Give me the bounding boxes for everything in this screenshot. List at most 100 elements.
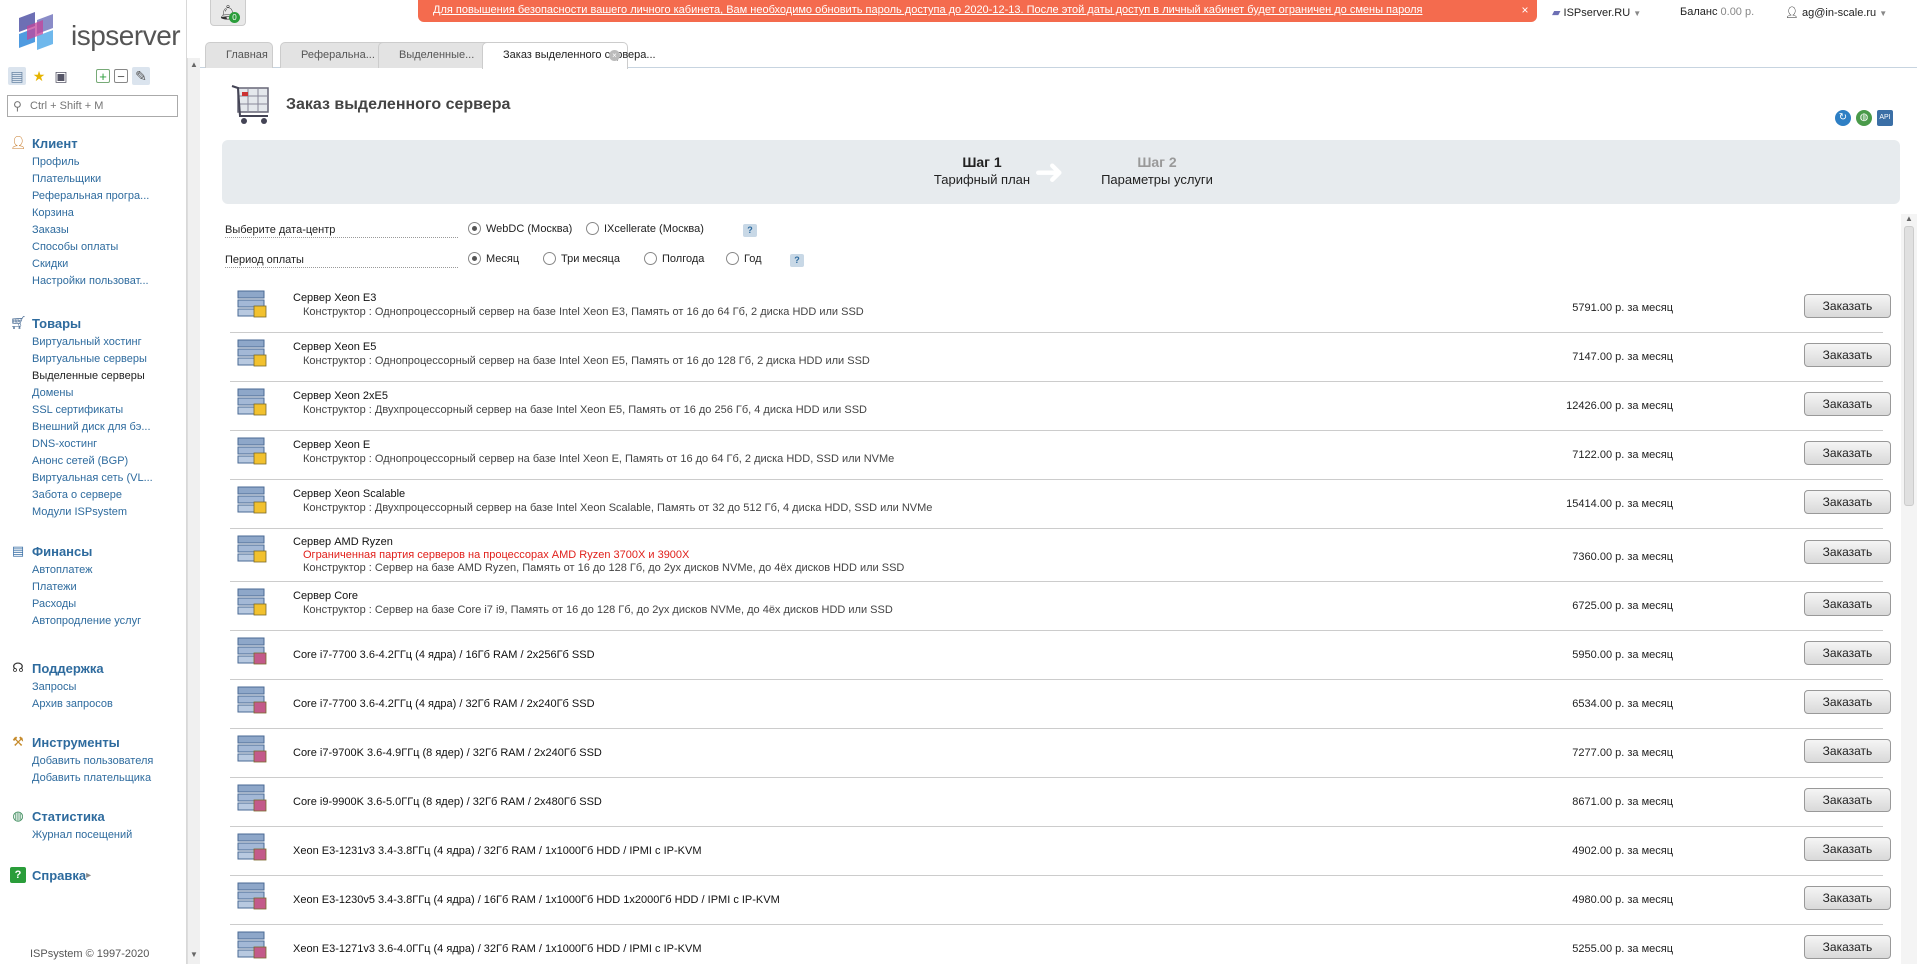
product-list: Сервер Xeon E3 Конструктор : Однопроцессо… bbox=[230, 284, 1891, 964]
sidebar-item[interactable]: Корзина bbox=[32, 205, 182, 222]
radio-dot[interactable] bbox=[644, 252, 657, 265]
sidebar-item[interactable]: Анонс сетей (BGP) bbox=[32, 453, 182, 470]
radio-label: Полгода bbox=[662, 252, 705, 265]
tab-3[interactable]: Заказ выделенного сервера... × bbox=[482, 42, 656, 69]
sidebar-item[interactable]: Заказы bbox=[32, 222, 182, 239]
radio-dot[interactable] bbox=[726, 252, 739, 265]
help-icon[interactable]: ? bbox=[790, 254, 804, 267]
product-price: 5791.00 р. за месяц bbox=[1572, 302, 1673, 314]
sidebar-item[interactable]: Внешний диск для бэ... bbox=[32, 419, 182, 436]
password-banner[interactable]: Для повышения безопасности вашего личног… bbox=[418, 0, 1537, 22]
nav-group-title: Товары bbox=[32, 315, 82, 331]
sidebar-item[interactable]: Виртуальный хостинг bbox=[32, 334, 182, 351]
sidebar-item[interactable]: Виртуальные серверы bbox=[32, 351, 182, 368]
product-price: 7147.00 р. за месяц bbox=[1572, 351, 1673, 363]
sidebar-item[interactable]: Забота о сервере bbox=[32, 487, 182, 504]
favorites-star-icon[interactable]: ★ bbox=[30, 67, 48, 85]
nav-group-header[interactable]: ? Справка ▸ bbox=[10, 866, 182, 884]
user-menu[interactable]: 👤︎ ag@in-scale.ru ▼ bbox=[1785, 6, 1887, 19]
radio-dot[interactable] bbox=[468, 222, 481, 235]
help-icon[interactable]: ? bbox=[743, 224, 757, 237]
sidebar-item[interactable]: Автоплатеж bbox=[32, 562, 182, 579]
product-price: 5255.00 р. за месяц bbox=[1572, 943, 1673, 955]
nav-group-header[interactable]: ◍ Статистика bbox=[10, 807, 182, 825]
nav-group-header[interactable]: ☊ Поддержка bbox=[10, 659, 182, 677]
sidebar-item[interactable]: Архив запросов bbox=[32, 696, 182, 713]
order-button[interactable]: Заказать bbox=[1804, 540, 1891, 564]
radio-dot[interactable] bbox=[543, 252, 556, 265]
menu-search-input[interactable] bbox=[30, 98, 174, 114]
sidebar-item[interactable]: Скидки bbox=[32, 256, 182, 273]
briefcase-icon[interactable]: ▣ bbox=[52, 67, 70, 85]
product-name: Сервер AMD Ryzen bbox=[293, 536, 393, 548]
sidebar-scrollbar[interactable]: ▲ ▼ bbox=[187, 58, 200, 964]
order-button[interactable]: Заказать bbox=[1804, 788, 1891, 812]
api-icon[interactable]: API bbox=[1877, 110, 1893, 126]
banner-close-icon[interactable]: × bbox=[1518, 3, 1532, 17]
period-option-month[interactable]: Месяц bbox=[468, 252, 519, 265]
step-name: Параметры услуги bbox=[1101, 172, 1213, 187]
expand-all-icon[interactable]: + bbox=[96, 69, 110, 84]
scroll-thumb[interactable] bbox=[1904, 226, 1914, 506]
sidebar-item[interactable]: Виртуальная сеть (VL... bbox=[32, 470, 182, 487]
content-scrollbar[interactable]: ▲ bbox=[1901, 214, 1917, 964]
period-option-year[interactable]: Год bbox=[726, 252, 762, 265]
order-button[interactable]: Заказать bbox=[1804, 739, 1891, 763]
radio-dot[interactable] bbox=[468, 252, 481, 265]
datacenter-option-webdc[interactable]: WebDC (Москва) bbox=[468, 222, 572, 235]
order-button[interactable]: Заказать bbox=[1804, 935, 1891, 959]
product-name: Сервер Core bbox=[293, 590, 359, 602]
sidebar-item[interactable]: Настройки пользоват... bbox=[32, 273, 182, 290]
sidebar-item[interactable]: Запросы bbox=[32, 679, 182, 696]
sidebar-item[interactable]: Автопродление услуг bbox=[32, 613, 182, 630]
sidebar-item[interactable]: Способы оплаты bbox=[32, 239, 182, 256]
pin-icon[interactable]: ✎ bbox=[132, 67, 150, 85]
sidebar-item[interactable]: Добавить плательщика bbox=[32, 770, 182, 787]
order-button[interactable]: Заказать bbox=[1804, 441, 1891, 465]
sidebar-item[interactable]: DNS-хостинг bbox=[32, 436, 182, 453]
nav-group-header[interactable]: ⚒ Инструменты bbox=[10, 733, 182, 751]
sidebar-item[interactable]: Выделенные серверы bbox=[32, 368, 182, 385]
period-option-halfyear[interactable]: Полгода bbox=[644, 252, 704, 265]
order-button[interactable]: Заказать bbox=[1804, 592, 1891, 616]
logo[interactable]: ispserver bbox=[15, 10, 181, 54]
order-button[interactable]: Заказать bbox=[1804, 641, 1891, 665]
radio-label: IXcellerate (Москва) bbox=[604, 222, 704, 235]
sidebar-item[interactable]: Реферальная програ... bbox=[32, 188, 182, 205]
globe-icon[interactable]: ◍ bbox=[1856, 110, 1872, 126]
order-button[interactable]: Заказать bbox=[1804, 690, 1891, 714]
order-button[interactable]: Заказать bbox=[1804, 886, 1891, 910]
nav-group-header[interactable]: 👤︎ Клиент bbox=[10, 134, 182, 152]
sidebar-item[interactable]: Домены bbox=[32, 385, 182, 402]
order-button[interactable]: Заказать bbox=[1804, 392, 1891, 416]
balance[interactable]: Баланс 0.00 р. bbox=[1680, 6, 1754, 18]
notifications-button[interactable]: 🔔︎ 0 bbox=[210, 0, 246, 26]
collapse-all-icon[interactable]: − bbox=[114, 69, 128, 84]
sidebar-item[interactable]: Платежи bbox=[32, 579, 182, 596]
refresh-icon[interactable]: ↻ bbox=[1835, 110, 1851, 126]
order-button[interactable]: Заказать bbox=[1804, 490, 1891, 514]
sidebar-item[interactable]: SSL сертификаты bbox=[32, 402, 182, 419]
scroll-up-icon[interactable]: ▲ bbox=[190, 60, 198, 69]
nav-group-header[interactable]: ▤ Финансы bbox=[10, 542, 182, 560]
provider-selector[interactable]: ▰ ISPserver.RU ▼ bbox=[1552, 6, 1641, 19]
nav-group-header[interactable]: 🛒︎ Товары bbox=[10, 314, 182, 332]
sidebar-item[interactable]: Добавить пользователя bbox=[32, 753, 182, 770]
period-option-3months[interactable]: Три месяца bbox=[543, 252, 620, 265]
sidebar-item[interactable]: Журнал посещений bbox=[32, 827, 182, 844]
sidebar-item[interactable]: Модули ISPsystem bbox=[32, 504, 182, 521]
tab-close-icon[interactable]: × bbox=[609, 50, 620, 61]
tree-view-icon[interactable]: ▤ bbox=[8, 67, 26, 85]
order-button[interactable]: Заказать bbox=[1804, 837, 1891, 861]
order-button[interactable]: Заказать bbox=[1804, 294, 1891, 318]
tab-0[interactable]: Главная bbox=[205, 42, 273, 68]
scroll-up-icon[interactable]: ▲ bbox=[1905, 214, 1913, 223]
sidebar-item[interactable]: Плательщики bbox=[32, 171, 182, 188]
datacenter-option-ixcellerate[interactable]: IXcellerate (Москва) bbox=[586, 222, 704, 235]
sidebar-item[interactable]: Расходы bbox=[32, 596, 182, 613]
order-button[interactable]: Заказать bbox=[1804, 343, 1891, 367]
scroll-down-icon[interactable]: ▼ bbox=[190, 950, 198, 959]
sidebar-item[interactable]: Профиль bbox=[32, 154, 182, 171]
radio-dot[interactable] bbox=[586, 222, 599, 235]
menu-search[interactable]: ⚲ bbox=[7, 95, 178, 117]
